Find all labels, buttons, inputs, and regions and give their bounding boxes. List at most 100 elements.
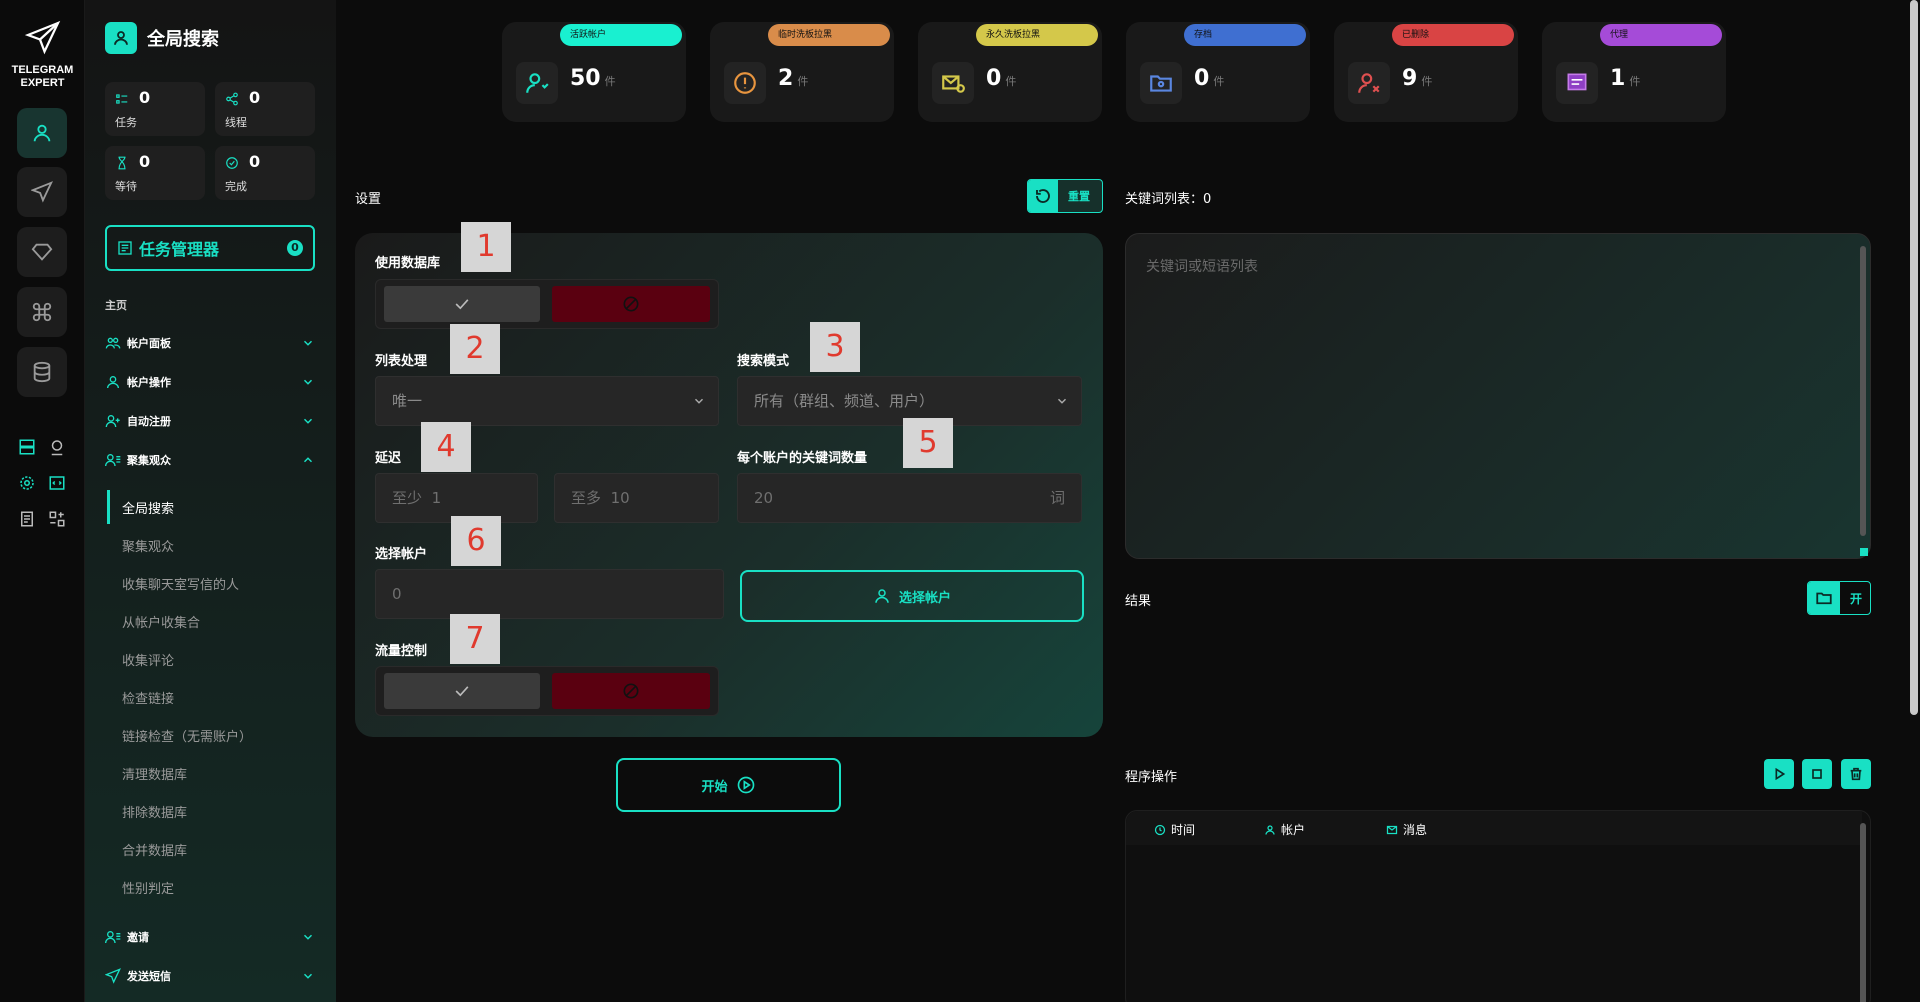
rail-mini-code[interactable]: [46, 472, 68, 494]
play-button[interactable]: [1764, 759, 1794, 789]
sub-item-check-links-noacc[interactable]: 链接检查（无需账户）: [122, 726, 252, 745]
nav-group-account-ops[interactable]: 帐户操作: [105, 371, 315, 393]
log-col-message: 消息: [1386, 821, 1427, 838]
sidebar: 全局搜索 0 任务 0 线程 0 等待 0 完成 任务管理器 0 主页 帐户面板…: [85, 0, 336, 1002]
card-pill: 永久洗板拉黑: [976, 24, 1098, 46]
user-icon: [33, 124, 51, 142]
stop-button[interactable]: [1802, 759, 1832, 789]
results-open-button[interactable]: 开: [1807, 581, 1871, 615]
select-acc-value: 0: [392, 585, 402, 603]
brand-logo: TELEGRAM EXPERT: [0, 20, 85, 90]
task-list-icon: [118, 241, 132, 255]
card-pill: 代理: [1600, 24, 1722, 46]
annotation-tag-7: 7: [450, 614, 500, 664]
keywords-placeholder: 关键词或短语列表: [1146, 259, 1258, 275]
sub-item-chat-writers[interactable]: 收集聊天室写信的人: [122, 574, 239, 593]
rail-user-button[interactable]: [17, 108, 67, 158]
chevron-up-icon: [303, 457, 313, 463]
nav-group-invite[interactable]: 邀请: [105, 926, 315, 948]
task-manager-button[interactable]: 任务管理器 0: [105, 225, 315, 271]
stat-card-active: 活跃帐户 50 件: [502, 22, 686, 122]
toggle-on-button[interactable]: [384, 286, 540, 322]
rail-mini-grid[interactable]: [46, 508, 68, 530]
program-title: 程序操作: [1125, 770, 1178, 785]
user-badge-icon: [105, 22, 137, 54]
toggle-off-button[interactable]: [552, 673, 710, 709]
rail-mini-doc[interactable]: [16, 508, 38, 530]
page-scrollbar[interactable]: [1910, 0, 1918, 715]
annotation-tag-6: 6: [451, 516, 501, 566]
hourglass-icon: [118, 156, 126, 170]
delay-max-prefix: 至多: [571, 489, 602, 507]
label-select-acc: 选择帐户: [375, 547, 428, 562]
gear-icon: [20, 476, 34, 490]
list-icon: [116, 94, 128, 104]
stat-box-threads: 0 线程: [215, 82, 315, 136]
nav-group-account-panel[interactable]: 帐户面板: [105, 332, 315, 354]
location-user-icon: [51, 440, 63, 456]
delay-max-input[interactable]: 至多 10: [554, 473, 719, 523]
keywords-title: 关键词列表：0: [1125, 192, 1212, 207]
use-db-toggle[interactable]: [375, 279, 719, 329]
nav-group-label: 邀请: [127, 931, 149, 944]
nav-group-gather-audience[interactable]: 聚集观众: [105, 449, 315, 471]
rail-database-button[interactable]: [17, 347, 67, 397]
sub-item-clean-db[interactable]: 清理数据库: [122, 764, 187, 783]
keywords-textarea[interactable]: 关键词或短语列表: [1125, 233, 1871, 559]
sub-item-merge-db[interactable]: 合并数据库: [122, 840, 187, 859]
sub-item-exclude-db[interactable]: 排除数据库: [122, 802, 187, 821]
sub-item-comments[interactable]: 收集评论: [122, 650, 174, 669]
card-value: 0: [1194, 66, 1210, 91]
sub-item-gender[interactable]: 性别判定: [122, 878, 174, 897]
flow-control-toggle[interactable]: [375, 666, 719, 716]
rail-send-button[interactable]: [17, 167, 67, 217]
stat-card-deleted: 已删除 9件: [1334, 22, 1518, 122]
send-icon: [105, 968, 121, 984]
label-use-db: 使用数据库: [375, 256, 441, 271]
sub-item-check-links[interactable]: 检查链接: [122, 688, 174, 707]
nav-group-send-sms[interactable]: 发送短信: [105, 965, 315, 987]
log-table: 时间 帐户 消息: [1125, 810, 1871, 1002]
stat-value: 0: [249, 88, 261, 107]
nav-group-auto-register[interactable]: 自动注册: [105, 410, 315, 432]
check-circle-icon: [226, 157, 238, 169]
select-accounts-button[interactable]: 选择帐户: [740, 570, 1084, 622]
log-col-label: 帐户: [1281, 823, 1306, 837]
card-value: 1: [1610, 66, 1626, 91]
rail-mini-settings[interactable]: [16, 472, 38, 494]
start-button[interactable]: 开始: [616, 758, 841, 812]
reset-button[interactable]: 重置: [1027, 179, 1103, 213]
clear-button[interactable]: [1841, 759, 1871, 789]
results-title: 结果: [1125, 594, 1152, 609]
resize-grip[interactable]: [1860, 548, 1868, 556]
delay-max-value: 10: [610, 489, 630, 507]
stat-card-perm-block: 永久洗板拉黑 0件: [918, 22, 1102, 122]
sub-item-from-account[interactable]: 从帐户收集合: [122, 612, 200, 631]
nav-group-label: 发送短信: [127, 970, 171, 983]
mail-block-icon: [932, 62, 974, 104]
sub-item-gather-audience[interactable]: 聚集观众: [122, 536, 174, 555]
rail-diamond-button[interactable]: [17, 227, 67, 277]
active-indicator: [107, 490, 110, 524]
folder-user-icon: [1140, 62, 1182, 104]
rail-mini-location[interactable]: [46, 436, 68, 458]
command-icon: [32, 302, 52, 322]
chevron-down-icon: [303, 379, 313, 385]
nav-group-label: 聚集观众: [127, 454, 171, 467]
user-icon: [1265, 824, 1275, 835]
folder-open-icon: [1808, 582, 1840, 614]
kw-per-acc-input[interactable]: 20 词: [737, 473, 1082, 523]
log-scrollbar[interactable]: [1860, 823, 1866, 1002]
rail-mini-server[interactable]: [16, 436, 38, 458]
toggle-on-button[interactable]: [384, 673, 540, 709]
stat-card-proxy: 代理 1件: [1542, 22, 1726, 122]
select-acc-input[interactable]: 0: [375, 569, 724, 619]
annotation-tag-3: 3: [810, 322, 860, 372]
sub-item-global-search[interactable]: 全局搜索: [122, 498, 174, 517]
rail-command-button[interactable]: [17, 287, 67, 337]
sidebar-header: 全局搜索: [105, 22, 219, 54]
list-proc-select[interactable]: 唯一: [375, 376, 719, 426]
keywords-scrollbar[interactable]: [1860, 246, 1866, 536]
toggle-off-button[interactable]: [552, 286, 710, 322]
card-pill: 临时洗板拉黑: [768, 24, 890, 46]
